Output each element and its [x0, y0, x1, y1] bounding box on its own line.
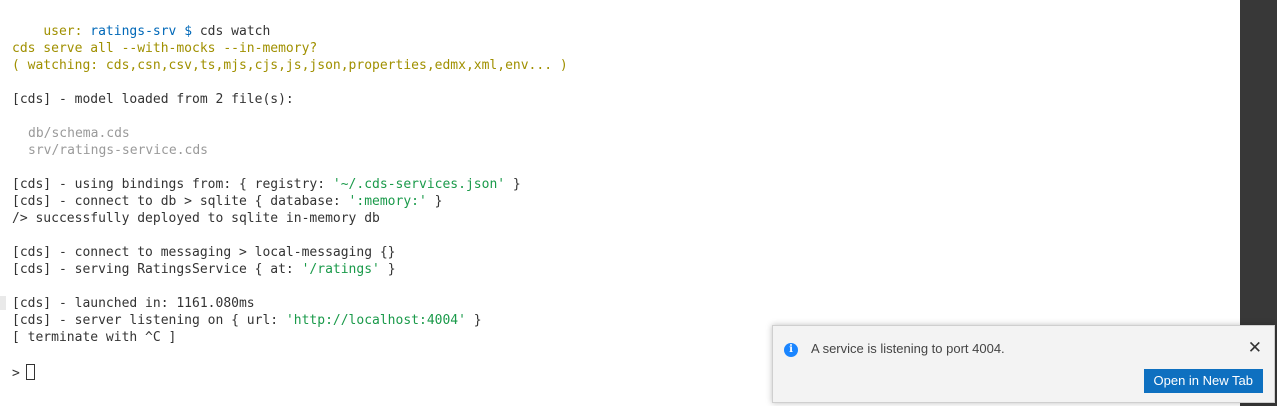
close-icon[interactable]: ✕: [1248, 339, 1262, 356]
connect-db-value: ':memory:': [348, 194, 427, 209]
bindings-value: '~/.cds-services.json': [332, 177, 506, 192]
input-prompt: >: [12, 366, 20, 381]
listening-url: 'http://localhost:4004': [285, 313, 466, 328]
serving-suffix: }: [379, 262, 396, 277]
model-file-line: db/schema.cds: [28, 126, 130, 141]
notification-message: A service is listening to port 4004.: [811, 341, 1005, 356]
prompt-directory: ratings-srv: [90, 24, 177, 39]
bindings-suffix: }: [505, 177, 521, 192]
connect-db-line: [cds] - connect to db > sqlite { databas…: [12, 193, 442, 210]
watching-line: ( watching: cds,csn,csv,ts,mjs,cjs,js,js…: [12, 58, 568, 73]
prompt-user: user:: [43, 24, 83, 39]
serving-value: '/ratings': [301, 262, 380, 277]
terminal-cursor[interactable]: [25, 364, 35, 380]
gutter-marker: [0, 296, 6, 310]
bindings-prefix: [cds] - using bindings from: { registry:: [12, 177, 333, 192]
terminate-line: [ terminate with ^C ]: [12, 330, 177, 345]
info-icon: i: [784, 343, 798, 357]
input-line[interactable]: >: [12, 364, 35, 381]
launched-line: [cds] - launched in: 1161.080ms: [12, 296, 255, 311]
open-in-new-tab-button[interactable]: Open in New Tab: [1143, 369, 1263, 393]
model-file-line: srv/ratings-service.cds: [28, 143, 209, 158]
listening-line: [cds] - server listening on { url: 'http…: [12, 312, 482, 329]
prompt-line: user: ratings-srv $ cds watch: [12, 6, 270, 39]
serving-line: [cds] - serving RatingsService { at: '/r…: [12, 261, 396, 278]
prompt-command: cds watch: [199, 24, 271, 39]
listening-suffix: }: [465, 313, 482, 328]
prompt-symbol: $: [184, 24, 193, 39]
bindings-line: [cds] - using bindings from: { registry:…: [12, 176, 521, 193]
messaging-line: [cds] - connect to messaging > local-mes…: [12, 245, 396, 260]
serving-prefix: [cds] - serving RatingsService { at:: [12, 262, 302, 277]
deployed-line: /> successfully deployed to sqlite in-me…: [12, 211, 380, 226]
listening-prefix: [cds] - server listening on { url:: [12, 313, 286, 328]
notification-toast: i A service is listening to port 4004. ✕…: [772, 325, 1275, 403]
connect-db-prefix: [cds] - connect to db > sqlite { databas…: [12, 194, 349, 209]
model-loaded-line: [cds] - model loaded from 2 file(s):: [12, 92, 294, 107]
serve-line: cds serve all --with-mocks --in-memory?: [12, 41, 318, 56]
connect-db-suffix: }: [426, 194, 443, 209]
